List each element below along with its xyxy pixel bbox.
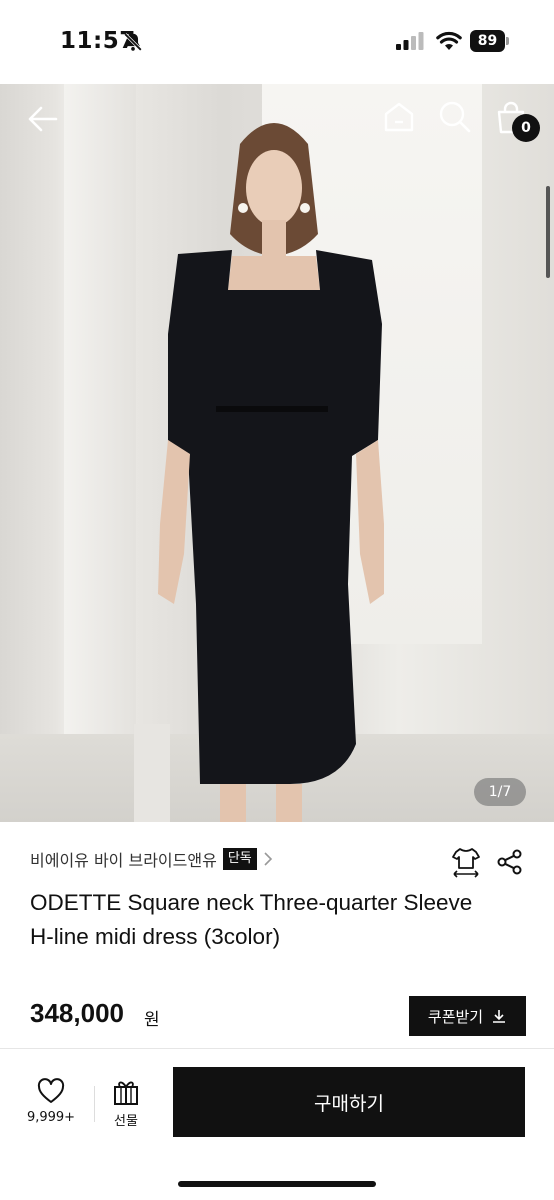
size-guide-icon[interactable] [450, 846, 482, 878]
chevron-right-icon [264, 852, 272, 866]
brand-name: 비에이유 바이 브라이드앤유 [30, 851, 217, 870]
gift-icon [114, 1081, 138, 1105]
battery-cap [506, 37, 509, 45]
back-arrow-icon[interactable] [26, 102, 60, 136]
cart-count-badge: 0 [512, 114, 540, 142]
bell-slash-icon [124, 33, 142, 51]
model-in-dress-image [158, 123, 384, 822]
image-pager: 1/7 [474, 778, 526, 806]
product-title: ODETTE Square neck Three-quarter Sleeve … [30, 890, 473, 949]
home-icon[interactable] [382, 100, 416, 134]
home-indicator[interactable] [178, 1181, 376, 1187]
battery-indicator: 89 [470, 30, 510, 52]
vertical-divider [94, 1086, 95, 1122]
like-button[interactable]: 9,999+ [22, 1078, 80, 1125]
share-icon[interactable] [496, 848, 524, 876]
scroll-indicator[interactable] [546, 186, 550, 278]
status-bar: 11:57 89 [0, 0, 554, 84]
buy-button[interactable]: 구매하기 [173, 1067, 525, 1137]
search-icon[interactable] [438, 100, 472, 134]
coupon-download-button[interactable]: 쿠폰받기 [409, 996, 526, 1036]
cellular-signal-icon [396, 32, 424, 50]
coupon-button-label: 쿠폰받기 [427, 1007, 484, 1026]
brand-link[interactable]: 비에이유 바이 브라이드앤유 단독 [30, 846, 273, 872]
product-price: 348,000 [30, 998, 124, 1028]
buy-button-label: 구매하기 [314, 1092, 384, 1115]
like-count: 9,999+ [26, 1110, 76, 1125]
heart-icon [37, 1078, 65, 1103]
wifi-icon [436, 31, 462, 50]
download-arrow-icon [493, 1010, 506, 1023]
gift-button[interactable]: 선물 [104, 1078, 148, 1129]
bottom-bar-divider [0, 1048, 554, 1049]
price-unit: 원 [144, 1010, 160, 1030]
gift-label: 선물 [114, 1114, 138, 1129]
battery-level: 89 [470, 30, 505, 52]
product-image-carousel[interactable]: 0 1/7 [0, 84, 554, 822]
exclusive-badge: 단독 [222, 848, 257, 870]
